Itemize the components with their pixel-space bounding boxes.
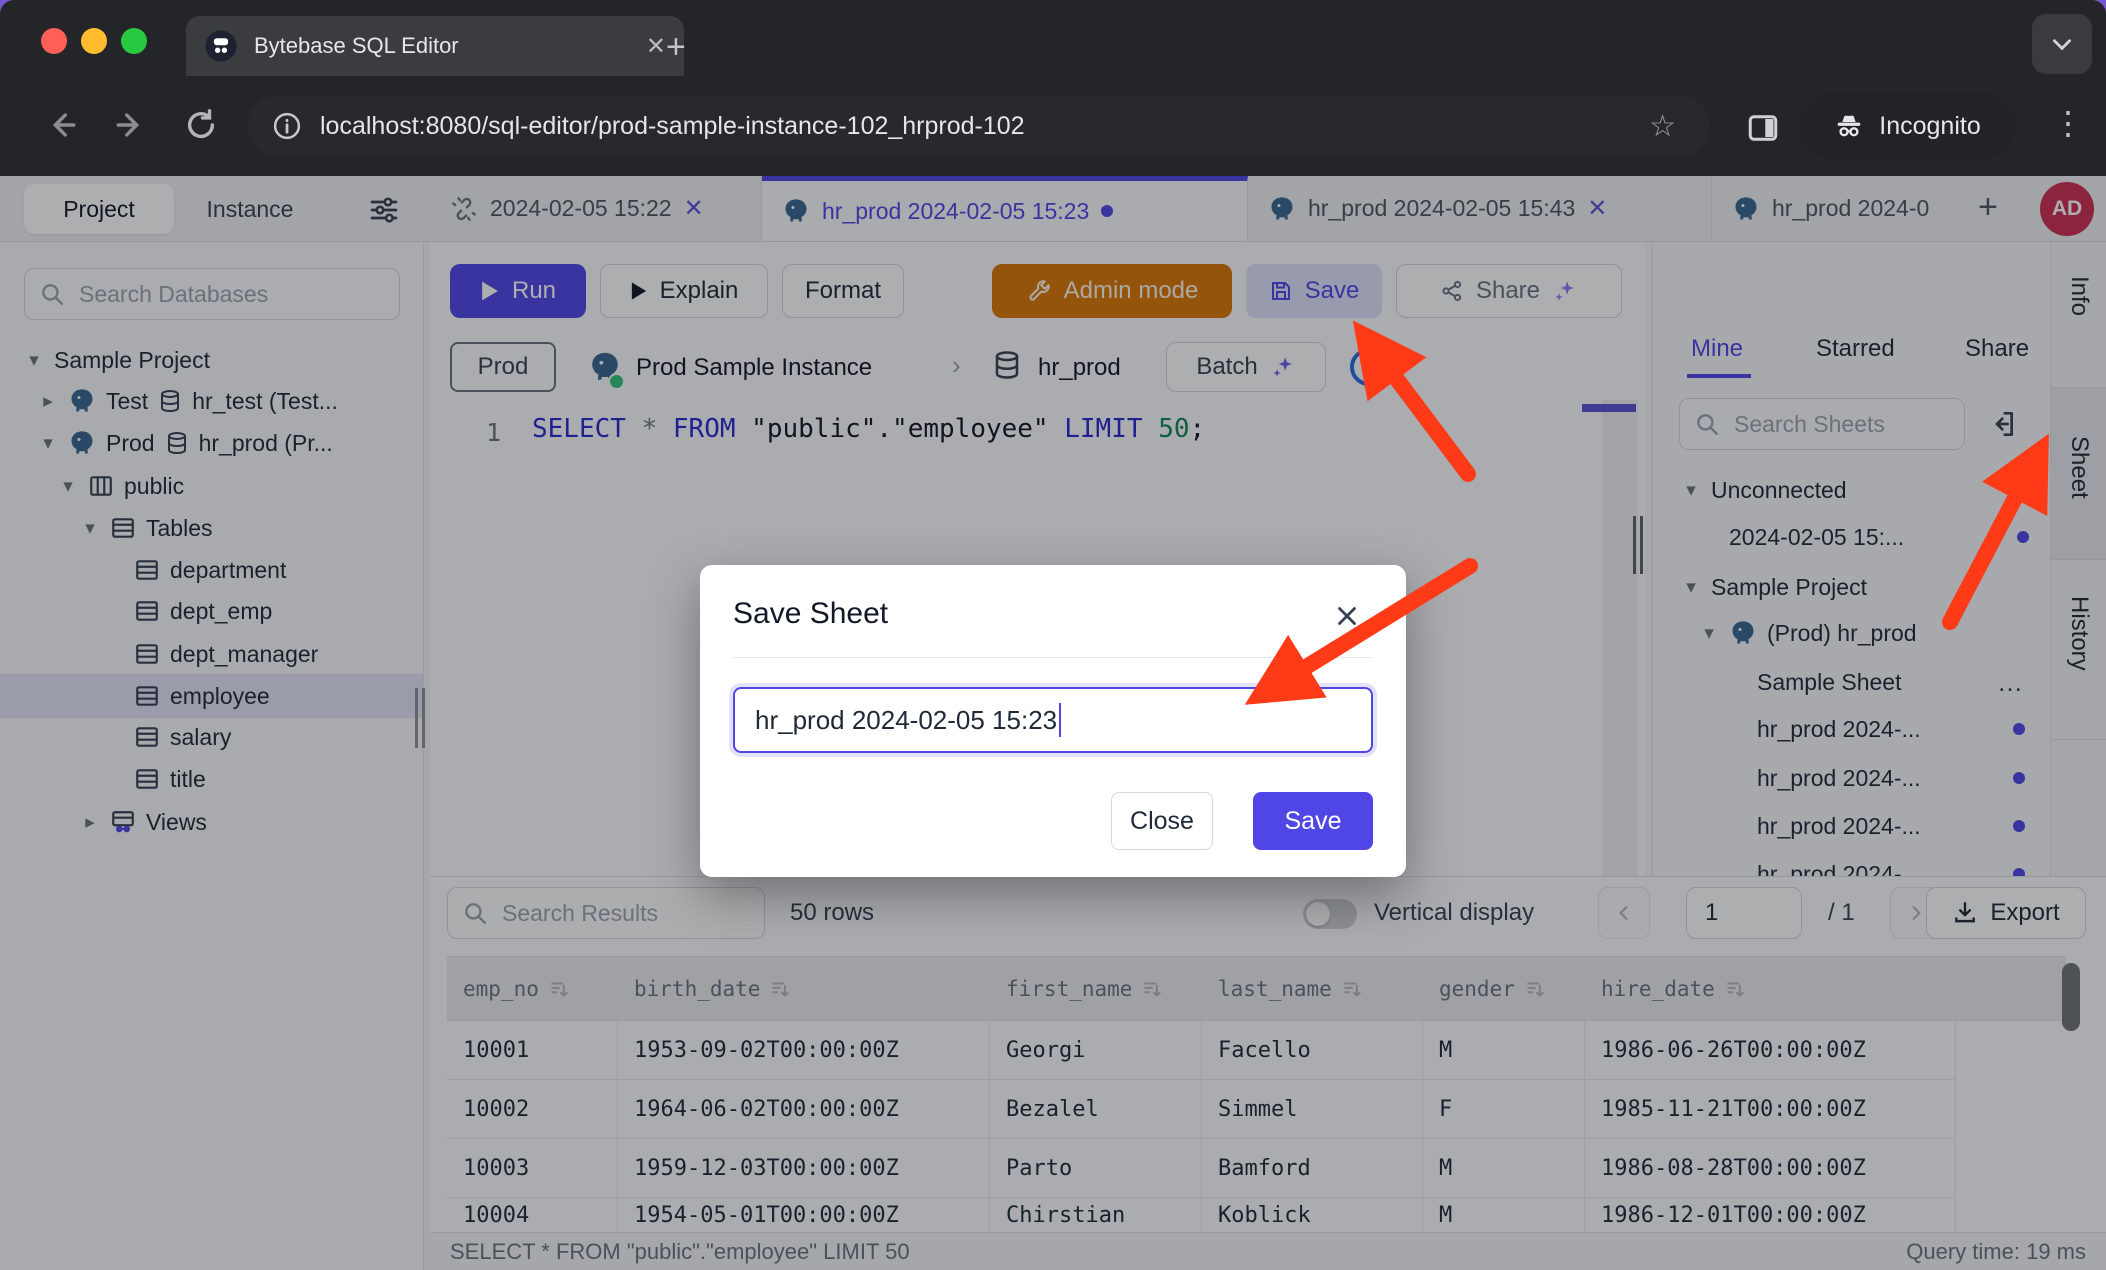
- incognito-badge: Incognito: [1798, 93, 2016, 159]
- dialog-title: Save Sheet: [733, 597, 888, 631]
- incognito-icon: [1833, 110, 1865, 142]
- browser-tab-close-icon[interactable]: ✕: [646, 32, 666, 61]
- back-icon[interactable]: [44, 108, 78, 142]
- reload-icon[interactable]: [184, 108, 218, 142]
- window-zoom-button[interactable]: [121, 28, 147, 54]
- forward-icon[interactable]: [114, 108, 148, 142]
- close-icon[interactable]: [1332, 601, 1362, 631]
- text-caret: [1059, 703, 1061, 737]
- screen: Bytebase SQL Editor ✕ + localhost:8080/s…: [0, 0, 2106, 1270]
- side-panel-icon[interactable]: [1745, 110, 1781, 146]
- browser-tab-title: Bytebase SQL Editor: [254, 33, 630, 59]
- new-tab-button[interactable]: +: [666, 28, 686, 67]
- divider: [733, 657, 1373, 658]
- browser-chrome: Bytebase SQL Editor ✕ + localhost:8080/s…: [0, 0, 2106, 176]
- window-minimize-button[interactable]: [81, 28, 107, 54]
- modal-save-button[interactable]: Save: [1253, 792, 1373, 850]
- bookmark-star-icon[interactable]: ☆: [1649, 109, 1676, 144]
- save-sheet-dialog: Save Sheet hr_prod 2024-02-05 15:23 Clos…: [700, 565, 1406, 877]
- browser-menu-icon[interactable]: ⋮: [2052, 104, 2084, 142]
- window-close-button[interactable]: [41, 28, 67, 54]
- sheet-name-input[interactable]: hr_prod 2024-02-05 15:23: [733, 687, 1373, 753]
- incognito-label: Incognito: [1879, 112, 1980, 141]
- close-button[interactable]: Close: [1111, 792, 1213, 850]
- url-bar[interactable]: localhost:8080/sql-editor/prod-sample-in…: [248, 95, 1710, 157]
- chevron-down-icon: [2049, 31, 2075, 57]
- bytebase-favicon: [204, 29, 238, 63]
- tab-search-button[interactable]: [2032, 14, 2092, 74]
- site-info-icon[interactable]: [272, 111, 302, 141]
- browser-tab[interactable]: Bytebase SQL Editor ✕: [186, 16, 684, 76]
- url-text: localhost:8080/sql-editor/prod-sample-in…: [320, 112, 1649, 141]
